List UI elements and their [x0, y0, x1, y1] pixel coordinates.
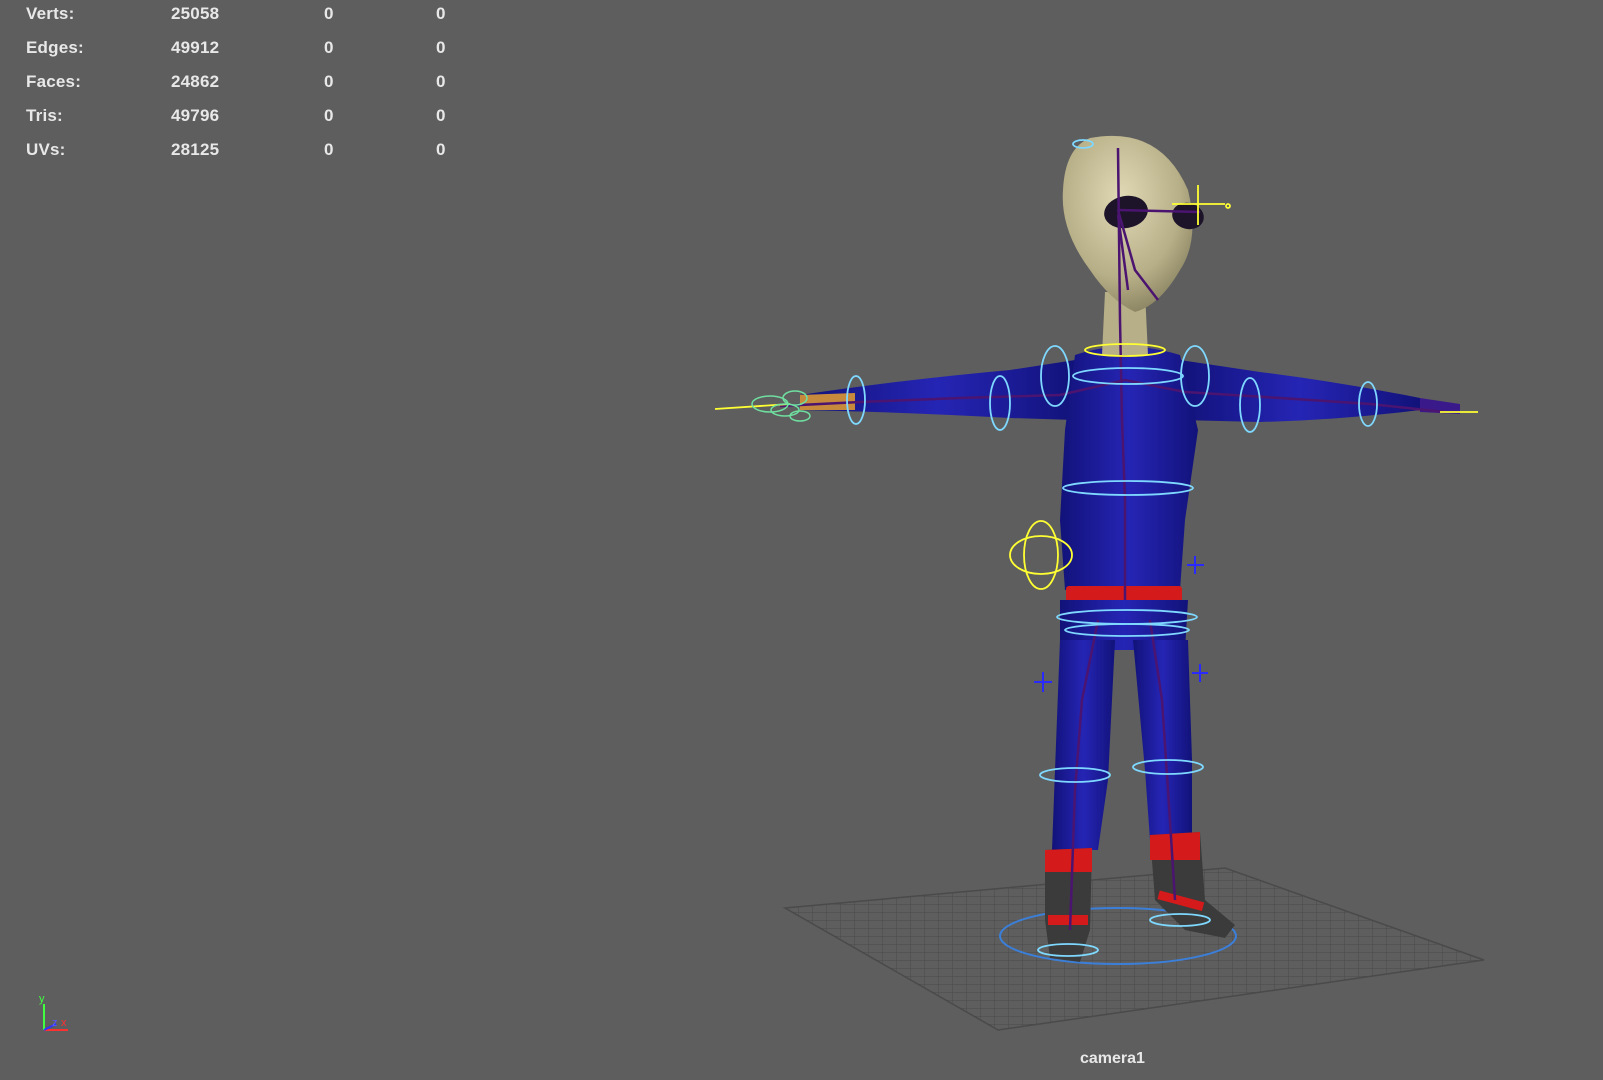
camera-name-label: camera1 — [1080, 1050, 1145, 1067]
3d-viewport[interactable]: Verts: 25058 0 0 Edges: 49912 0 0 Faces:… — [0, 0, 1603, 1080]
scene-canvas[interactable] — [0, 0, 1603, 1080]
axis-y-label: y — [39, 993, 45, 1005]
axis-gizmo: y z x — [39, 993, 68, 1031]
character-mesh[interactable] — [800, 135, 1460, 962]
axis-x-label: x — [61, 1017, 67, 1029]
ground-grid — [782, 867, 1485, 1031]
axis-z-label: z — [52, 1017, 58, 1029]
